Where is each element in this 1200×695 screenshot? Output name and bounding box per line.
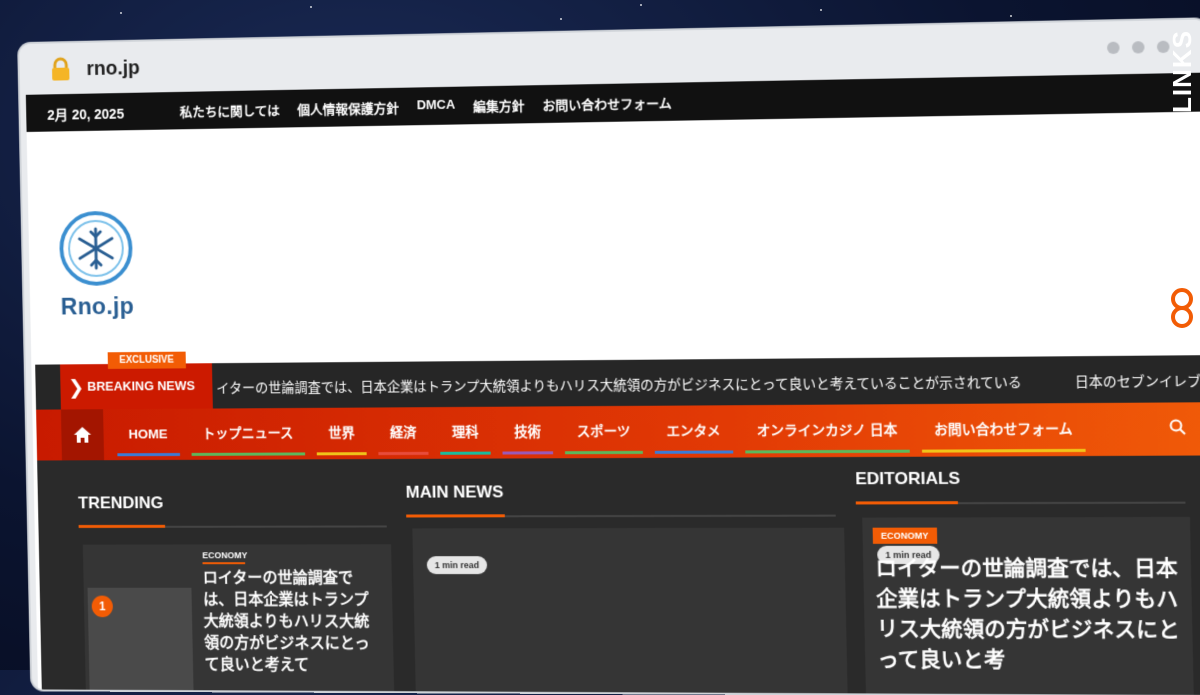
breaking-news-label: ❯ BREAKING NEWS [59, 363, 213, 410]
nav-item-label: エンタメ [666, 423, 721, 439]
nav-item-underline [378, 451, 429, 456]
nav-item-3[interactable]: 経済 [372, 407, 435, 459]
nav-item-label: 経済 [389, 425, 417, 441]
nav-item-underline [317, 452, 368, 456]
breaking-news-text: BREAKING NEWS [87, 378, 196, 394]
top-links: 私たちに関しては 個人情報保護方針 DMCA 編集方針 お問い合わせフォーム [180, 93, 672, 121]
nav-item-underline [191, 452, 306, 456]
top-link-contact[interactable]: お問い合わせフォーム [542, 93, 672, 114]
home-button[interactable] [60, 409, 105, 461]
site-logo-text[interactable]: Rno.jp [60, 293, 134, 321]
address-bar-url[interactable]: rno.jp [86, 57, 140, 81]
link-icon [1171, 288, 1193, 329]
chevron-right-icon: ❯ [67, 376, 85, 399]
section-accent [406, 514, 505, 518]
nav-item-label: 世界 [328, 425, 355, 441]
main-navigation: HOME トップニュース 世界 経済 理科 技術 スポーツ エンタメ オンラインカジノ 日本 お問… [36, 402, 1200, 461]
nav-item-5[interactable]: 技術 [496, 406, 560, 458]
nav-item-9[interactable]: お問い合わせフォーム [915, 403, 1092, 457]
nav-item-7[interactable]: エンタメ [648, 405, 739, 458]
top-link-privacy[interactable]: 個人情報保護方針 [297, 98, 399, 119]
nav-item-label: 技術 [514, 424, 542, 440]
nav-item-2[interactable]: 世界 [310, 408, 373, 460]
top-link-about[interactable]: 私たちに関しては [180, 100, 281, 121]
nav-item-label: オンラインカジノ 日本 [756, 422, 898, 439]
editorial-card[interactable]: ECONOMY 1 min read ロイターの世論調査では、日本企業はトランプ… [862, 516, 1194, 695]
content-area: TRENDING MAIN NEWS EDITORIALS 1 ECONOMY … [37, 455, 1200, 695]
web-page: 2月 20, 2025 私たちに関しては 個人情報保護方針 DMCA 編集方針 … [25, 72, 1200, 695]
trending-card[interactable]: 1 ECONOMY ロイターの世論調査では、日本企業はトランプ大統領よりもハリス… [82, 544, 395, 695]
breaking-news-bar: ❯ BREAKING NEWS EXCLUSIVE イターの世論調査では、日本企… [35, 351, 1200, 410]
breaking-ticker-item[interactable]: イターの世論調査では、日本企業はトランプ大統領よりもハリス大統領の方がビジネスに… [216, 371, 1022, 397]
top-link-editorial[interactable]: 編集方針 [473, 95, 525, 115]
lock-icon [48, 57, 73, 81]
watermark: GUESTPOSTLINKS [1162, 30, 1200, 350]
read-time-pill: 1 min read [426, 556, 488, 575]
exclusive-badge: EXCLUSIVE [107, 351, 186, 369]
breaking-ticker-item-next[interactable]: 日本のセブンイレブ [1075, 370, 1200, 391]
trending-category[interactable]: ECONOMY [202, 550, 247, 560]
section-title-editorials: EDITORIALS [855, 468, 961, 489]
nav-item-label: お問い合わせフォーム [933, 421, 1073, 438]
section-title-main-news: MAIN NEWS [405, 482, 504, 502]
nav-item-underline [922, 448, 1086, 453]
top-link-dmca[interactable]: DMCA [417, 97, 456, 117]
nav-items: HOME トップニュース 世界 経済 理科 技術 スポーツ エンタメ オンラインカジノ 日本 お問… [111, 403, 1092, 460]
browser-window: rno.jp 2月 20, 2025 私たちに関しては 個人情報保護方針 DMC… [15, 15, 1200, 695]
search-icon[interactable] [1169, 419, 1186, 435]
nav-item-underline [565, 450, 643, 455]
current-date: 2月 20, 2025 [47, 105, 125, 123]
nav-item-8[interactable]: オンラインカジノ 日本 [738, 404, 916, 457]
trending-headline[interactable]: ロイターの世論調査では、日本企業はトランプ大統領よりもハリス大統領の方がビジネス… [203, 568, 377, 677]
nav-item-label: トップニュース [202, 425, 294, 442]
nav-item-6[interactable]: スポーツ [558, 406, 649, 458]
section-accent [855, 501, 958, 505]
nav-item-1[interactable]: トップニュース [184, 408, 311, 460]
editorial-category[interactable]: ECONOMY [872, 527, 937, 544]
section-accent [78, 524, 166, 528]
editorial-headline[interactable]: ロイターの世論調査では、日本企業はトランプ大統領よりもハリス大統領の方がビジネス… [875, 554, 1187, 677]
nav-item-underline [744, 449, 910, 454]
watermark-text: GUESTPOSTLINKS [1166, 30, 1197, 283]
site-logo-icon[interactable] [57, 209, 135, 288]
nav-item-underline [117, 453, 180, 457]
window-controls [1106, 40, 1170, 55]
nav-item-underline [502, 451, 554, 455]
nav-item-4[interactable]: 理科 [434, 407, 497, 459]
trending-rank-badge: 1 [91, 595, 114, 618]
nav-item-underline [654, 450, 733, 454]
nav-item-underline [440, 451, 492, 455]
home-icon [73, 426, 92, 443]
nav-item-label: 理科 [451, 424, 479, 440]
window-dot[interactable] [1106, 41, 1120, 55]
nav-item-label: HOME [128, 426, 168, 442]
nav-item-label: スポーツ [576, 423, 631, 440]
nav-item-0[interactable]: HOME [111, 409, 186, 460]
section-title-trending: TRENDING [77, 493, 164, 513]
window-dot[interactable] [1131, 41, 1145, 54]
category-underline [202, 562, 246, 565]
